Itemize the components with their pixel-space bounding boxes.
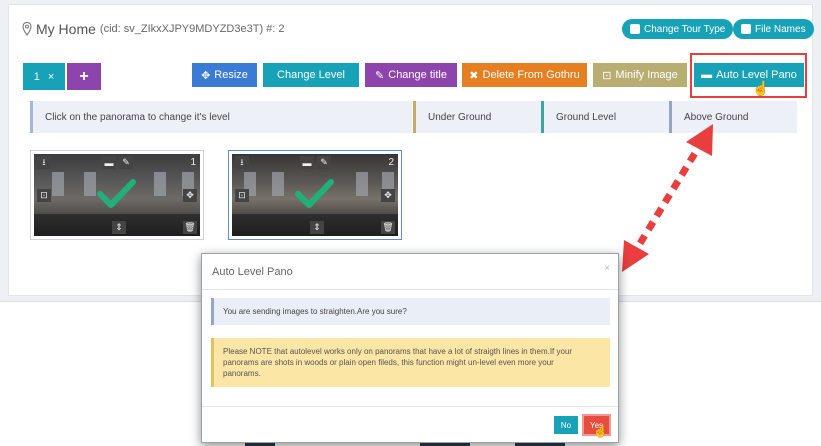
panorama-image: ⭳ ▬ ✎ 1 ⊡ ✥ ⇕ 🗑	[34, 154, 200, 236]
panorama-image: ⭳ ▬ ✎ 2 ⊡ ✥ ⇕ 🗑	[232, 154, 398, 236]
tab-level-1[interactable]: 1 ×	[23, 63, 65, 90]
resize-vertical-icon[interactable]: ⇕	[310, 221, 324, 234]
change-level-button[interactable]: Change Level	[263, 63, 359, 87]
pencil-icon: ✎	[375, 69, 385, 82]
tour-name: My Home	[36, 21, 96, 37]
move-icon[interactable]: ✥	[381, 189, 395, 202]
resize-label: Resize	[214, 69, 248, 81]
level-hint-text: Click on the panorama to change it's lev…	[45, 111, 230, 123]
x-icon: ✖	[469, 69, 479, 82]
close-icon[interactable]: ×	[604, 263, 610, 274]
edit-icon	[630, 24, 640, 34]
edit-icon[interactable]: ✎	[119, 156, 133, 169]
level-under-ground[interactable]: Under Ground	[413, 101, 541, 133]
ground-level-label: Ground Level	[556, 111, 617, 123]
resize-button[interactable]: ✥ Resize	[192, 63, 257, 87]
file-names-button[interactable]: File Names	[733, 19, 814, 39]
highlight-box	[690, 53, 807, 98]
no-button[interactable]: No	[554, 416, 578, 434]
panorama-thumb-1[interactable]: ⭳ ▬ ✎ 1 ⊡ ✥ ⇕ 🗑	[30, 150, 204, 240]
resize-vertical-icon[interactable]: ⇕	[112, 221, 126, 234]
panorama-thumb-2[interactable]: ⭳ ▬ ✎ 2 ⊡ ✥ ⇕ 🗑	[228, 150, 402, 240]
page-title: My Home (cid: sv_ZIkxXJPY9MDYZD3e3T) #: …	[22, 21, 285, 37]
warning-alert: Please NOTE that autolevel works only on…	[211, 338, 610, 387]
change-title-button[interactable]: ✎ Change title	[365, 63, 457, 87]
tab-close-icon[interactable]: ×	[48, 71, 54, 83]
modal-divider	[202, 406, 618, 407]
check-icon	[295, 179, 334, 208]
move-icon[interactable]: ✥	[183, 189, 197, 202]
panorama-number: 2	[388, 157, 394, 168]
compress-icon[interactable]: ⊡	[235, 189, 249, 202]
change-title-label: Change title	[388, 69, 447, 81]
compress-icon[interactable]: ⊡	[37, 189, 51, 202]
level-icon[interactable]: ▬	[300, 156, 314, 169]
warning-line-1: Please NOTE that autolevel works only on…	[223, 347, 573, 356]
file-icon	[741, 24, 751, 34]
add-tab-button[interactable]: +	[67, 63, 101, 90]
warning-line-3: panorams.	[223, 369, 261, 378]
under-ground-label: Under Ground	[428, 111, 492, 123]
move-icon: ✥	[201, 69, 211, 82]
hand-cursor-icon: ☝	[752, 80, 770, 96]
compress-icon: ⊡	[602, 69, 612, 82]
level-ground[interactable]: Ground Level	[541, 101, 669, 133]
trash-icon[interactable]: 🗑	[183, 221, 197, 234]
delete-label: Delete From Gothru	[482, 69, 580, 81]
level-above-ground[interactable]: Above Ground	[669, 101, 797, 133]
modal-header: Auto Level Pano ×	[202, 254, 618, 290]
modal-title: Auto Level Pano	[212, 265, 293, 278]
auto-level-modal: Auto Level Pano × You are sending images…	[201, 253, 619, 443]
info-text: You are sending images to straighten.Are…	[223, 307, 407, 316]
trash-icon[interactable]: 🗑	[381, 221, 395, 234]
edit-icon[interactable]: ✎	[317, 156, 331, 169]
download-icon[interactable]: ⭳	[235, 156, 249, 169]
download-icon[interactable]: ⭳	[37, 156, 51, 169]
check-icon	[97, 179, 136, 208]
panorama-number: 1	[190, 157, 196, 168]
warning-line-2: panorams are shots in woods or plain ope…	[223, 358, 554, 367]
change-tour-type-label: Change Tour Type	[644, 23, 726, 35]
plus-icon: +	[79, 67, 89, 85]
delete-from-gothru-button[interactable]: ✖ Delete From Gothru	[462, 63, 587, 87]
above-ground-label: Above Ground	[684, 111, 749, 123]
change-level-label: Change Level	[277, 69, 345, 81]
hand-cursor-icon: ☝	[593, 424, 608, 438]
tour-cid: (cid: sv_ZIkxXJPY9MDYZD3e3T) #: 2	[99, 23, 285, 35]
level-hint: Click on the panorama to change it's lev…	[30, 101, 412, 133]
info-alert: You are sending images to straighten.Are…	[211, 298, 610, 325]
minify-image-button[interactable]: ⊡ Minify Image	[593, 63, 687, 87]
file-names-label: File Names	[755, 23, 806, 35]
minify-label: Minify Image	[615, 69, 678, 81]
tab-label: 1	[33, 70, 40, 83]
map-pin-icon	[22, 22, 32, 36]
change-tour-type-button[interactable]: Change Tour Type	[622, 19, 734, 39]
level-icon[interactable]: ▬	[102, 156, 116, 169]
